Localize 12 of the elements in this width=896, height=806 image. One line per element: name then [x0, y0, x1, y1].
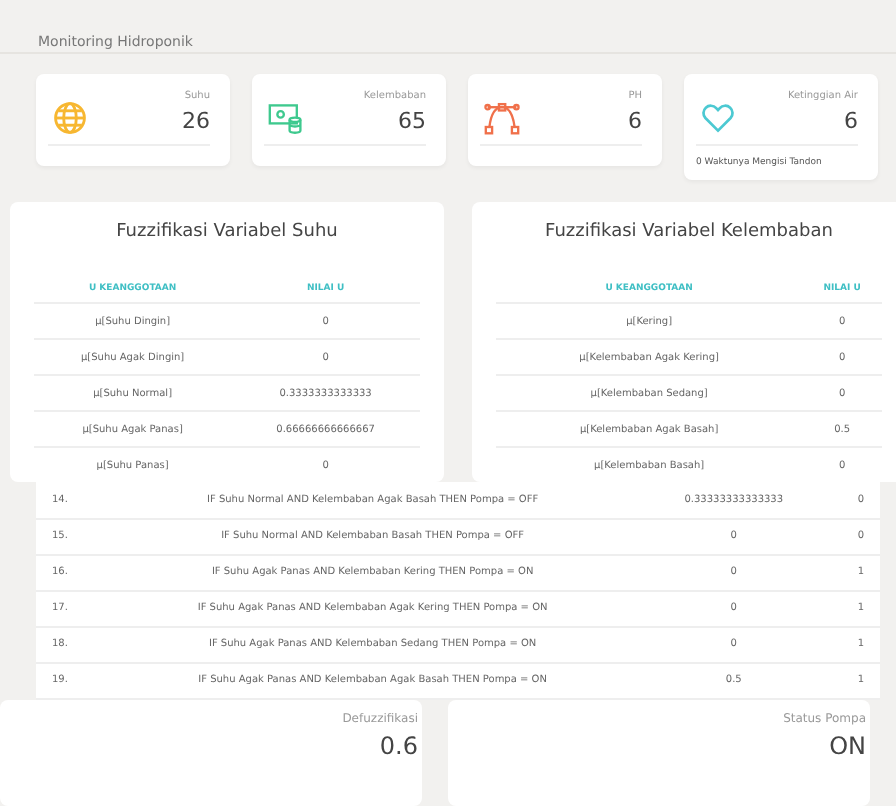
bezier-curve-icon [484, 100, 520, 136]
stat-value: 6 [628, 108, 642, 134]
heart-icon [700, 100, 736, 136]
stat-value: 6 [844, 108, 858, 134]
stat-value: 65 [398, 108, 426, 134]
result-value: 0.6 [379, 731, 418, 759]
stat-value: 26 [182, 108, 210, 134]
result-value: ON [829, 731, 866, 759]
card-title: Fuzzifikasi Variabel Suhu [114, 222, 340, 242]
globe-icon [52, 100, 88, 136]
card-title: Fuzzifikasi Variabel Kelembaban [543, 222, 835, 242]
banknote-coins-icon [268, 100, 304, 136]
